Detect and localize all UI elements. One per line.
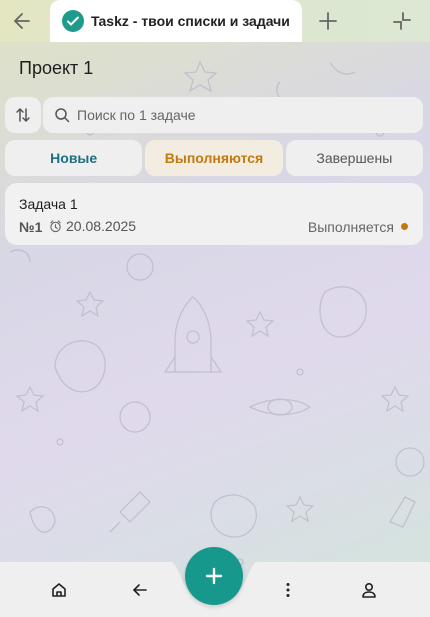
search-icon [55, 108, 70, 123]
nav-back-button[interactable] [122, 574, 158, 606]
tab-completed[interactable]: Завершены [285, 140, 423, 176]
plus-icon [319, 12, 337, 30]
user-icon [362, 582, 376, 598]
profile-button[interactable] [351, 574, 387, 606]
home-icon [52, 583, 66, 597]
arrow-left-icon [132, 584, 147, 596]
more-vertical-icon [286, 583, 290, 597]
more-menu-button[interactable] [270, 574, 306, 606]
task-date: 20.08.2025 [66, 218, 137, 234]
window-back-button[interactable] [0, 0, 44, 42]
arrow-left-icon [13, 13, 30, 29]
task-status: Выполняется [307, 219, 394, 235]
home-button[interactable] [41, 574, 77, 606]
taskz-logo-icon [62, 10, 84, 32]
task-due-date: 20.08.2025 [49, 218, 136, 234]
task-name: Задача 1 [19, 196, 78, 212]
window-tab-bar: Taskz - твои списки и задачи [0, 0, 430, 42]
add-task-button[interactable] [185, 547, 243, 605]
plus-icon [205, 567, 223, 585]
new-tab-button[interactable] [306, 0, 350, 42]
active-tab[interactable]: Taskz - твои списки и задачи [50, 0, 302, 42]
sort-icon [16, 108, 30, 122]
search-box[interactable] [43, 97, 423, 133]
page-title: Проект 1 [19, 58, 94, 78]
sort-button[interactable] [5, 97, 41, 133]
search-input[interactable] [77, 107, 397, 123]
tab-in-progress[interactable]: Выполняются [145, 140, 283, 176]
status-filter-tabs: Новые Выполняются Завершены [5, 140, 423, 176]
task-card[interactable]: Задача 1 №1 20.08.2025 Выполняется [5, 183, 423, 245]
minimize-icon [393, 12, 411, 30]
tab-new[interactable]: Новые [5, 140, 143, 176]
minimize-button[interactable] [380, 0, 424, 42]
task-number: №1 [19, 219, 43, 235]
tab-title: Taskz - твои списки и задачи [91, 13, 290, 29]
alarm-icon [50, 219, 61, 232]
status-dot [401, 223, 408, 230]
